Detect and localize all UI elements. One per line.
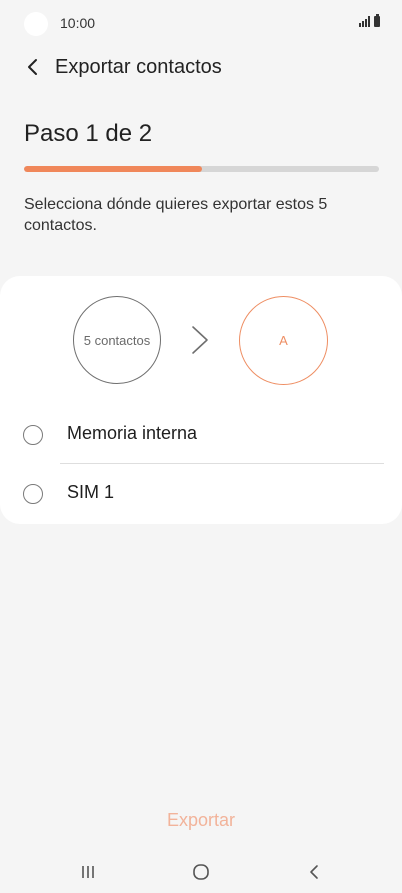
option-sim-1[interactable]: SIM 1 (0, 466, 402, 522)
back-icon (310, 865, 318, 879)
chevron-right-icon (192, 326, 208, 354)
source-circle: 5 contactos (73, 296, 161, 384)
radio-button[interactable] (23, 484, 43, 504)
chevron-left-icon (28, 59, 37, 75)
recent-apps-button[interactable] (68, 858, 108, 886)
divider (60, 463, 384, 464)
recent-apps-icon (82, 866, 94, 878)
status-bar: 10:00 (0, 0, 402, 48)
signal-icon (359, 16, 370, 27)
step-title: Paso 1 de 2 (24, 120, 153, 147)
progress-bar (24, 166, 379, 172)
page-title: Exportar contactos (55, 56, 222, 78)
export-button[interactable]: Exportar (131, 803, 271, 837)
option-label: SIM 1 (67, 482, 115, 502)
nav-back-button[interactable] (294, 858, 334, 886)
source-label: 5 contactos (83, 332, 151, 348)
destination-label: A (279, 333, 288, 348)
home-icon (193, 864, 209, 880)
back-button[interactable] (18, 52, 48, 82)
status-time: 10:00 (60, 15, 96, 31)
navigation-bar (0, 850, 402, 893)
battery-icon (374, 14, 380, 27)
notification-dot (24, 12, 48, 36)
progress-fill (24, 166, 202, 172)
home-button[interactable] (181, 858, 221, 886)
app-bar: Exportar contactos (0, 48, 402, 88)
export-card: 5 contactos A Memoria interna SIM 1 (0, 276, 402, 524)
destination-circle: A (239, 296, 328, 385)
status-icons (359, 14, 380, 27)
option-label: Memoria interna (67, 423, 198, 443)
radio-button[interactable] (23, 425, 43, 445)
instruction-text: Selecciona dónde quieres exportar estos … (24, 196, 328, 234)
option-internal-memory[interactable]: Memoria interna (0, 407, 402, 463)
